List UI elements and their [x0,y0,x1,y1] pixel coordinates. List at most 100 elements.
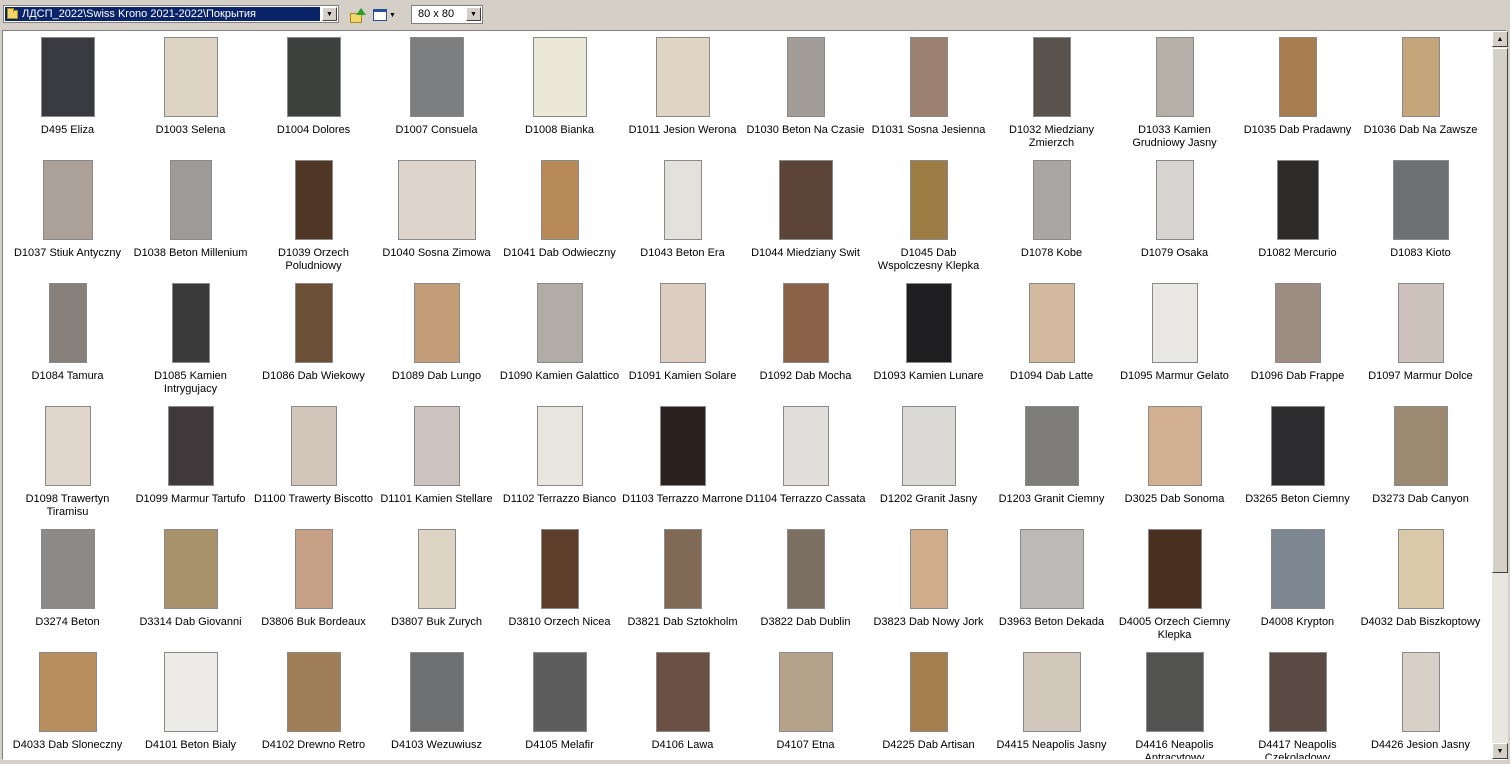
material-swatch[interactable] [1401,652,1440,732]
material-swatch[interactable] [397,160,476,240]
material-tile[interactable]: D4426 Jesion Jasny [1359,650,1482,759]
material-tile[interactable]: D1035 Dab Pradawny [1236,35,1359,158]
material-swatch[interactable] [663,160,702,240]
material-swatch[interactable] [1151,283,1198,363]
material-swatch[interactable] [655,652,710,732]
material-tile[interactable]: D4005 Orzech Ciemny Klepka [1113,527,1236,650]
material-swatch[interactable] [48,283,87,363]
material-swatch[interactable] [1397,529,1444,609]
material-swatch[interactable] [540,160,579,240]
material-swatch[interactable] [1392,160,1449,240]
material-swatch[interactable] [1155,37,1194,117]
material-tile[interactable]: D4415 Neapolis Jasny [990,650,1113,759]
material-swatch[interactable] [1270,406,1325,486]
material-tile[interactable]: D3963 Beton Dekada [990,527,1113,650]
material-tile[interactable]: D1033 Kamien Grudniowy Jasny [1113,35,1236,158]
material-swatch[interactable] [901,406,956,486]
material-tile[interactable]: D495 Eliza [6,35,129,158]
material-tile[interactable]: D1043 Beton Era [621,158,744,281]
material-swatch[interactable] [286,37,341,117]
material-tile[interactable]: D1045 Dab Wspolczesny Klepka [867,158,990,281]
material-tile[interactable]: D1098 Trawertyn Tiramisu [6,404,129,527]
material-swatch[interactable] [909,160,948,240]
material-swatch[interactable] [1278,37,1317,117]
material-swatch[interactable] [540,529,579,609]
material-swatch[interactable] [663,529,702,609]
material-tile[interactable]: D1092 Dab Mocha [744,281,867,404]
material-tile[interactable]: D4101 Beton Bialy [129,650,252,759]
material-tile[interactable]: D3821 Dab Sztokholm [621,527,744,650]
scrollbar-thumb[interactable] [1492,48,1508,573]
path-dropdown-arrow-icon[interactable]: ▼ [322,7,337,21]
material-swatch[interactable] [905,283,952,363]
material-tile[interactable]: D4032 Dab Biszkoptowy [1359,527,1482,650]
material-swatch[interactable] [413,283,460,363]
material-tile[interactable]: D3807 Buk Zurych [375,527,498,650]
material-tile[interactable]: D1079 Osaka [1113,158,1236,281]
material-tile[interactable]: D1089 Dab Lungo [375,281,498,404]
material-tile[interactable]: D1102 Terrazzo Bianco [498,404,621,527]
material-tile[interactable]: D1038 Beton Millenium [129,158,252,281]
material-tile[interactable]: D1040 Sosna Zimowa [375,158,498,281]
material-swatch[interactable] [1028,283,1075,363]
material-tile[interactable]: D1003 Selena [129,35,252,158]
material-swatch[interactable] [532,652,587,732]
material-swatch[interactable] [417,529,456,609]
material-tile[interactable]: D4033 Dab Sloneczny [6,650,129,759]
material-swatch[interactable] [786,529,825,609]
material-swatch[interactable] [909,37,948,117]
material-tile[interactable]: D1091 Kamien Solare [621,281,744,404]
material-swatch[interactable] [1022,652,1081,732]
material-tile[interactable]: D1101 Kamien Stellare [375,404,498,527]
material-swatch[interactable] [169,160,212,240]
material-tile[interactable]: D1032 Miedziany Zmierzch [990,35,1113,158]
material-tile[interactable]: D3273 Dab Canyon [1359,404,1482,527]
material-swatch[interactable] [1276,160,1319,240]
material-swatch[interactable] [1024,406,1079,486]
material-tile[interactable]: D1078 Kobe [990,158,1113,281]
material-swatch[interactable] [294,283,333,363]
material-tile[interactable]: D4102 Drewno Retro [252,650,375,759]
material-swatch[interactable] [1019,529,1084,609]
material-tile[interactable]: D1044 Miedziany Swit [744,158,867,281]
material-swatch[interactable] [40,37,95,117]
material-swatch[interactable] [1155,160,1194,240]
material-swatch[interactable] [1147,529,1202,609]
scroll-down-arrow-icon[interactable]: ▼ [1492,743,1508,759]
material-tile[interactable]: D1082 Mercurio [1236,158,1359,281]
material-tile[interactable]: D4105 Melafir [498,650,621,759]
material-swatch[interactable] [1147,406,1202,486]
material-tile[interactable]: D4417 Neapolis Czekoladowy [1236,650,1359,759]
material-swatch[interactable] [1032,160,1071,240]
material-tile[interactable]: D1090 Kamien Galattico [498,281,621,404]
material-tile[interactable]: D1095 Marmur Gelato [1113,281,1236,404]
material-swatch[interactable] [659,283,706,363]
material-swatch[interactable] [38,652,97,732]
material-swatch[interactable] [1401,37,1440,117]
material-tile[interactable]: D1007 Consuela [375,35,498,158]
material-swatch[interactable] [44,406,91,486]
material-swatch[interactable] [1268,652,1327,732]
material-tile[interactable]: D4106 Lawa [621,650,744,759]
material-swatch[interactable] [167,406,214,486]
material-swatch[interactable] [290,406,337,486]
material-swatch[interactable] [782,283,829,363]
material-swatch[interactable] [42,160,93,240]
material-tile[interactable]: D1097 Marmur Dolce [1359,281,1482,404]
thumbnail-size-combobox[interactable]: 80 x 80 ▼ [411,5,483,24]
material-tile[interactable]: D4008 Krypton [1236,527,1359,650]
material-swatch[interactable] [40,529,95,609]
material-swatch[interactable] [163,37,218,117]
material-tile[interactable]: D4225 Dab Artisan [867,650,990,759]
material-tile[interactable]: D1039 Orzech Poludniowy [252,158,375,281]
material-tile[interactable]: D1099 Marmur Tartufo [129,404,252,527]
material-tile[interactable]: D1203 Granit Ciemny [990,404,1113,527]
material-tile[interactable]: D1093 Kamien Lunare [867,281,990,404]
scroll-up-arrow-icon[interactable]: ▲ [1492,31,1508,47]
material-swatch[interactable] [786,37,825,117]
material-swatch[interactable] [532,37,587,117]
material-tile[interactable]: D3822 Dab Dublin [744,527,867,650]
material-swatch[interactable] [1032,37,1071,117]
material-tile[interactable]: D1202 Granit Jasny [867,404,990,527]
material-tile[interactable]: D4103 Wezuwiusz [375,650,498,759]
